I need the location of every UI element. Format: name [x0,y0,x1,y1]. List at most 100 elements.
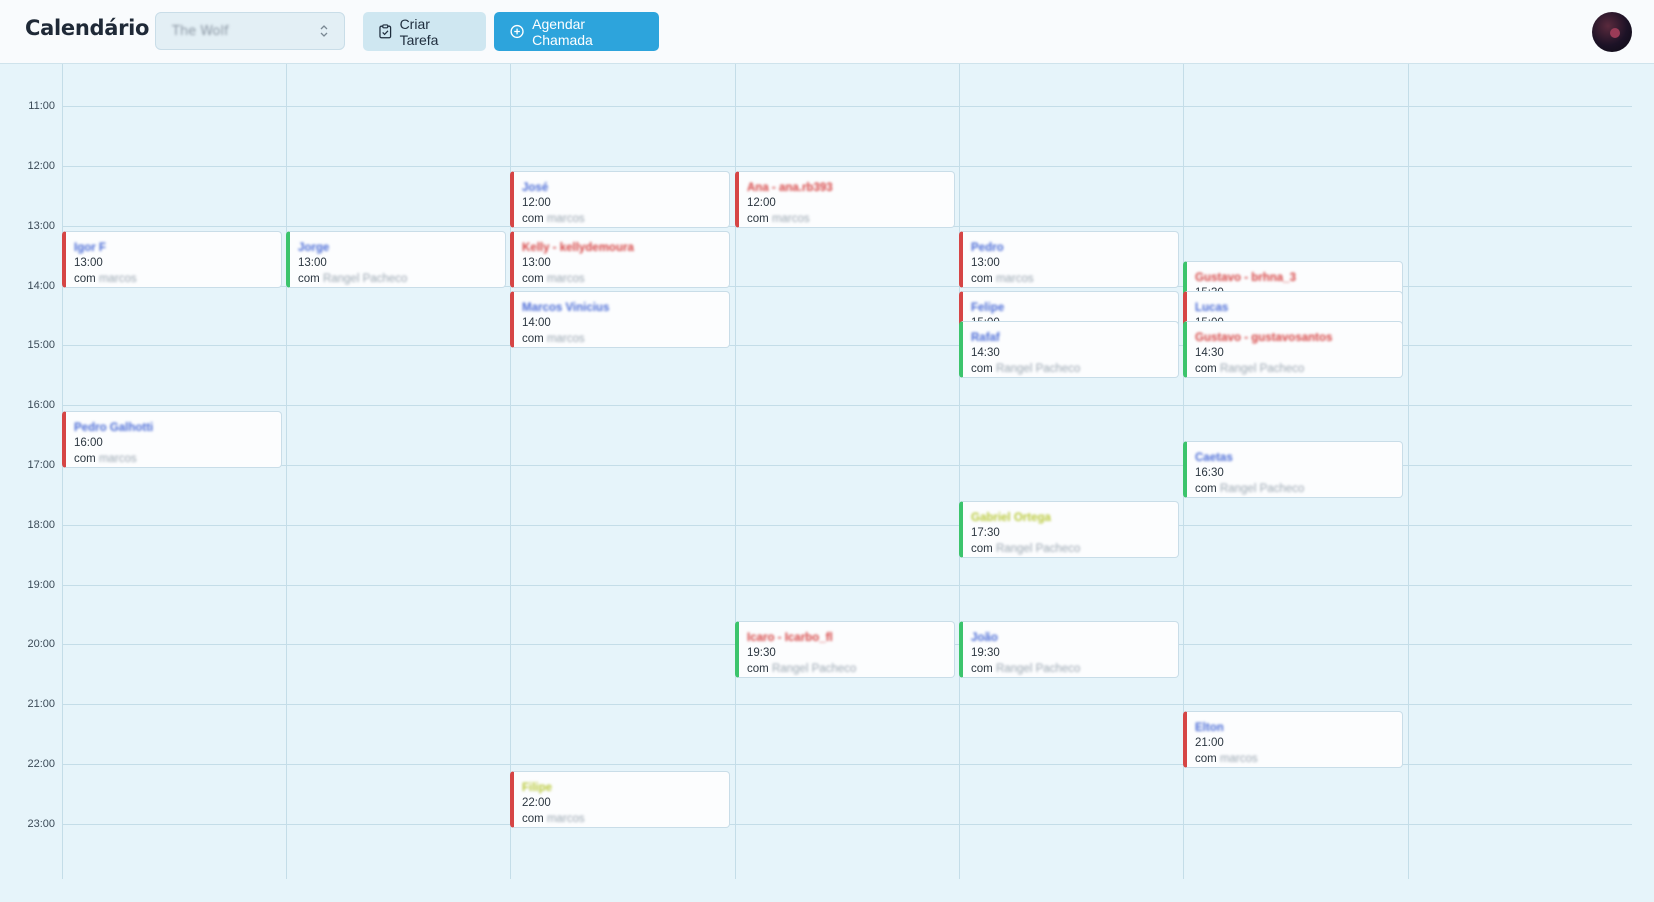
top-bar: Calendário The Wolf Criar Tarefa Agendar… [0,0,1654,64]
event-time: 13:00 [298,257,327,269]
event-card[interactable]: João 19:30 com Rangel Pacheco [959,621,1179,678]
event-attendee: com marcos [1195,753,1258,765]
chevron-up-down-icon [320,25,328,37]
workspace-select[interactable]: The Wolf [155,12,345,50]
create-task-button[interactable]: Criar Tarefa [363,12,486,51]
hour-label: 17:00 [27,459,55,471]
event-attendee: com Rangel Pacheco [971,543,1080,555]
event-attendee: com Rangel Pacheco [298,273,407,285]
with-prefix: com [522,213,544,225]
event-title: Lucas [1195,302,1229,314]
with-prefix: com [1195,363,1217,375]
event-card[interactable]: Rafaf 14:30 com Rangel Pacheco [959,321,1179,378]
hour-label: 15:00 [27,339,55,351]
workspace-select-value: The Wolf [172,24,229,39]
hour-label: 16:00 [27,399,55,411]
attendee-name: marcos [546,273,585,285]
event-card[interactable]: Filipe 22:00 com marcos [510,771,730,828]
attendee-name: marcos [546,213,585,225]
event-card[interactable]: Gabriel Ortega 17:30 com Rangel Pacheco [959,501,1179,558]
event-attendee: com marcos [522,213,585,225]
attendee-name: marcos [546,813,585,825]
with-prefix: com [74,273,96,285]
event-title: Ana - ana.rb393 [747,182,833,194]
attendee-name: Rangel Pacheco [995,663,1081,675]
event-title: Gabriel Ortega [971,512,1051,524]
hour-line [62,106,1632,107]
attendee-name: Rangel Pacheco [1219,363,1305,375]
clipboard-check-icon [379,24,392,39]
with-prefix: com [1195,753,1217,765]
event-card[interactable]: José 12:00 com marcos [510,171,730,228]
event-time: 12:00 [522,197,551,209]
event-attendee: com marcos [971,273,1034,285]
with-prefix: com [522,333,544,345]
event-card[interactable]: Marcos Vinicius 14:00 com marcos [510,291,730,348]
page-title: Calendário [25,16,150,40]
event-title: Filipe [522,782,553,794]
event-attendee: com Rangel Pacheco [971,363,1080,375]
event-title: Pedro [971,242,1004,254]
event-card[interactable]: Jorge 13:00 com Rangel Pacheco [286,231,506,288]
hour-label: 13:00 [27,220,55,232]
event-title: Gustavo - brhna_3 [1195,272,1296,284]
event-card[interactable]: Icaro - Icarbo_fl 19:30 com Rangel Pacheco [735,621,955,678]
event-attendee: com marcos [522,333,585,345]
event-attendee: com marcos [74,453,137,465]
event-card[interactable]: Pedro 13:00 com marcos [959,231,1179,288]
hour-label: 18:00 [27,519,55,531]
event-time: 16:00 [74,437,103,449]
hour-line [62,704,1632,705]
schedule-call-button[interactable]: Agendar Chamada [494,12,659,51]
event-attendee: com Rangel Pacheco [747,663,856,675]
with-prefix: com [971,363,993,375]
event-attendee: com Rangel Pacheco [971,663,1080,675]
event-attendee: com marcos [522,813,585,825]
event-card[interactable]: Kelly - kellydemoura 13:00 com marcos [510,231,730,288]
event-time: 19:30 [747,647,776,659]
hour-line [62,405,1632,406]
attendee-name: marcos [98,273,137,285]
hour-line [62,525,1632,526]
event-title: Elton [1195,722,1224,734]
event-card[interactable]: Igor F 13:00 com marcos [62,231,282,288]
attendee-name: Rangel Pacheco [995,543,1081,555]
event-title: Caetas [1195,452,1233,464]
with-prefix: com [522,813,544,825]
event-card[interactable]: Caetas 16:30 com Rangel Pacheco [1183,441,1403,498]
event-title: José [522,182,549,194]
with-prefix: com [747,663,769,675]
with-prefix: com [971,273,993,285]
hour-line [62,166,1632,167]
event-title: Pedro Galhotti [74,422,154,434]
with-prefix: com [747,213,769,225]
with-prefix: com [971,663,993,675]
event-card[interactable]: Gustavo - gustavosantos 14:30 com Rangel P… [1183,321,1403,378]
event-time: 17:30 [971,527,1000,539]
hour-label: 12:00 [27,160,55,172]
attendee-name: marcos [1219,753,1258,765]
event-card[interactable]: Pedro Galhotti 16:00 com marcos [62,411,282,468]
event-card[interactable]: Ana - ana.rb393 12:00 com marcos [735,171,955,228]
column-divider [286,64,287,879]
attendee-name: Rangel Pacheco [322,273,408,285]
event-title: Felipe [971,302,1005,314]
user-avatar[interactable] [1592,12,1632,52]
calendar-grid: 11:00 12:00 13:00 14:00 15:00 16:00 17:0… [0,64,1654,902]
schedule-call-label: Agendar Chamada [532,15,593,48]
with-prefix: com [74,453,96,465]
event-time: 14:30 [971,347,1000,359]
event-attendee: com Rangel Pacheco [1195,363,1304,375]
event-time: 16:30 [1195,467,1224,479]
event-card[interactable]: Elton 21:00 com marcos [1183,711,1403,768]
event-time: 13:00 [971,257,1000,269]
hour-label: 19:00 [27,579,55,591]
column-divider [959,64,960,879]
event-time: 13:00 [522,257,551,269]
event-title: João [971,632,998,644]
attendee-name: Rangel Pacheco [1219,483,1305,495]
event-attendee: com marcos [522,273,585,285]
event-attendee: com Rangel Pacheco [1195,483,1304,495]
attendee-name: marcos [98,453,137,465]
event-title: Jorge [298,242,330,254]
